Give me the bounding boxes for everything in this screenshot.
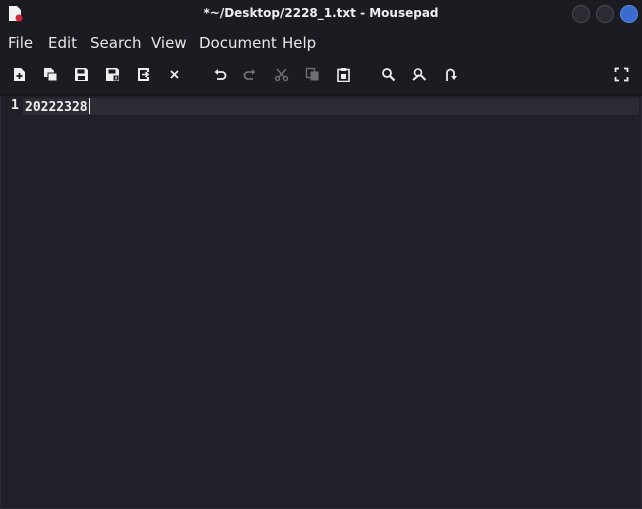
copy-button[interactable] [303,65,321,83]
new-document-icon [13,67,25,81]
window-title: *~/Desktop/2228_1.txt - Mousepad [203,6,439,20]
current-line-highlight [23,98,639,115]
close-tab-button[interactable] [165,65,183,83]
new-window-button[interactable] [41,65,59,83]
save-as-button[interactable] [103,65,121,83]
save-icon [74,67,88,81]
save-as-icon [105,67,119,81]
text-editor-area[interactable]: 1 20222328 [0,96,642,509]
go-to-line-icon [445,68,457,81]
cut-icon [274,68,288,81]
line-number: 1 [11,98,19,113]
new-window-icon [43,67,57,81]
editor-line[interactable]: 20222328 [25,98,90,115]
fullscreen-icon [614,67,628,81]
reload-icon [137,67,149,81]
line-text: 20222328 [25,100,88,115]
find-replace-icon [411,67,426,81]
redo-icon [243,68,255,80]
menu-help[interactable]: Help [282,34,316,52]
undo-button[interactable] [211,65,229,83]
maximize-button[interactable] [596,5,614,23]
new-document-button[interactable] [10,65,28,83]
reload-button[interactable] [134,65,152,83]
close-tab-icon [169,69,179,79]
fullscreen-button[interactable] [612,65,630,83]
minimize-button[interactable] [572,5,590,23]
cut-button[interactable] [272,65,290,83]
paste-icon [336,67,350,82]
redo-button[interactable] [240,65,258,83]
menu-document[interactable]: Document [199,34,277,52]
copy-icon [305,67,318,80]
go-to-line-button[interactable] [441,65,459,83]
close-window-button[interactable] [620,5,638,23]
menu-edit[interactable]: Edit [48,34,77,52]
find-icon [381,67,395,81]
text-cursor [88,98,90,114]
title-bar[interactable]: *~/Desktop/2228_1.txt - Mousepad [0,0,642,28]
menu-file[interactable]: File [8,34,33,52]
menu-search[interactable]: Search [90,34,142,52]
menu-bar: File Edit Search View Document Help [0,28,642,56]
undo-icon [214,68,226,80]
find-replace-button[interactable] [410,65,428,83]
paste-button[interactable] [334,65,352,83]
toolbar [0,56,642,94]
find-button[interactable] [379,65,397,83]
save-button[interactable] [72,65,90,83]
menu-view[interactable]: View [151,34,187,52]
